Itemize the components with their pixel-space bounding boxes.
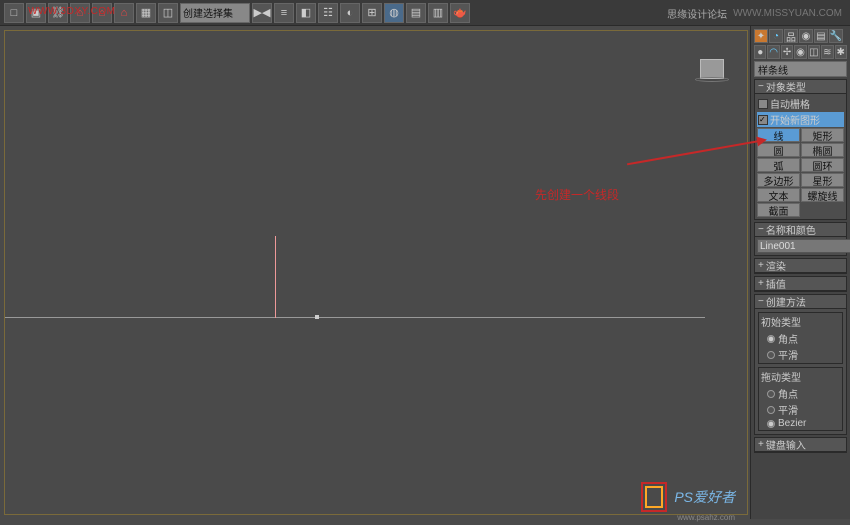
create-subtabs: ● ◠ ✢ ◉ ◫ ≋ ✱ [754,45,847,59]
tab-hierarchy-icon[interactable]: 品 [784,29,798,43]
text-button[interactable]: 文本 [757,188,800,202]
radio-smooth2[interactable]: 平滑 [767,402,840,417]
rollout-object-type: 对象类型 自动栅格 开始新图形 线矩形 圆椭圆 弧圆环 多边形星形 文本螺旋线 … [754,79,847,220]
rollout-keyboard: 键盘输入 [754,437,847,453]
viewcube[interactable] [695,59,729,87]
command-panel: ✦ ◔ 品 ◉ ▤ 🔧 ● ◠ ✢ ◉ ◫ ≋ ✱ 样条线 对象类型 自动栅格 … [750,26,850,519]
radio-icon[interactable] [767,390,775,398]
autogrid-label: 自动栅格 [770,96,810,111]
initial-type-group: 初始类型 角点 平滑 [758,312,843,364]
helix-button[interactable]: 螺旋线 [801,188,844,202]
cursor-crosshair [315,315,319,319]
rectangle-button[interactable]: 矩形 [801,128,844,142]
star-button[interactable]: 星形 [801,173,844,187]
tool-new-icon[interactable]: □ [4,3,24,23]
tool-a-icon[interactable]: ☷ [318,3,338,23]
radio-smooth[interactable]: 平滑 [767,347,840,362]
tab-create-icon[interactable]: ✦ [754,29,768,43]
radio-icon[interactable] [767,335,775,343]
annotation-arrow [627,139,765,165]
tab-utilities-icon[interactable]: 🔧 [829,29,843,43]
drawn-line-horizontal [5,317,705,318]
rollout-header-method[interactable]: 创建方法 [755,295,846,309]
tool-scale-icon[interactable]: ▦ [136,3,156,23]
rollout-interp: 插值 [754,276,847,292]
tool-curve-icon[interactable]: ⊞ [362,3,382,23]
rollout-header-interp[interactable]: 插值 [755,277,846,291]
footer-watermark: PS爱好者 [638,479,735,515]
checkbox-icon[interactable] [758,115,768,125]
drag-type-group: 拖动类型 角点 平滑 Bezier [758,367,843,431]
rollout-header-object-type[interactable]: 对象类型 [755,80,846,94]
radio-icon[interactable] [767,351,775,359]
tool-b-icon[interactable]: ◐ [340,3,360,23]
brand-name: 思缘设计论坛 [667,6,727,21]
rollout-header-name[interactable]: 名称和颜色 [755,223,846,237]
radio-corner2[interactable]: 角点 [767,386,840,401]
subtab-systems-icon[interactable]: ✱ [835,45,847,59]
rollout-create-method: 创建方法 初始类型 角点 平滑 拖动类型 角点 平滑 Bezier [754,294,847,435]
startnew-label: 开始新图形 [770,112,820,127]
brand-url: WWW.MISSYUAN.COM [733,8,842,19]
subtab-cameras-icon[interactable]: ◉ [794,45,806,59]
drag-type-label: 拖动类型 [761,369,840,384]
tool-axis-z-icon[interactable]: ⌂ [114,3,134,23]
radio-icon[interactable] [767,420,775,428]
header-branding: 思缘设计论坛 WWW.MISSYUAN.COM [667,6,842,21]
tool-render-icon[interactable]: 🫖 [450,3,470,23]
tool-mirror-icon[interactable]: ▶◀ [252,3,272,23]
rollout-name-color: 名称和颜色 [754,222,847,256]
tool-align-icon[interactable]: ≡ [274,3,294,23]
tool-lock-icon[interactable]: ◫ [158,3,178,23]
subtab-space-icon[interactable]: ≋ [821,45,833,59]
tool-render-setup-icon[interactable]: ▤ [406,3,426,23]
tool-render-frame-icon[interactable]: ▥ [428,3,448,23]
autogrid-row[interactable]: 自动栅格 [757,96,844,111]
checkbox-icon[interactable] [758,99,768,109]
footer-brand: PS爱好者 [674,487,735,507]
rollout-render: 渲染 [754,258,847,274]
command-panel-tabs: ✦ ◔ 品 ◉ ▤ 🔧 [754,29,847,43]
drawn-line-vertical [275,236,276,318]
selection-set-dropdown[interactable] [180,3,250,23]
footer-url: www.psahz.com [677,513,735,522]
main-area: 先创建一个线段 ✦ ◔ 品 ◉ ▤ 🔧 ● ◠ ✢ ◉ ◫ ≋ ✱ 样条线 对象… [0,26,850,519]
subtab-geometry-icon[interactable]: ● [754,45,766,59]
rollout-header-render[interactable]: 渲染 [755,259,846,273]
viewport[interactable]: 先创建一个线段 [4,30,748,515]
radio-bezier[interactable]: Bezier [767,418,840,429]
section-button[interactable]: 截面 [757,203,800,217]
tool-layer-icon[interactable]: ◧ [296,3,316,23]
ps-logo-icon [638,479,670,515]
object-name-input[interactable] [757,239,850,253]
donut-button[interactable]: 圆环 [801,158,844,172]
tab-modify-icon[interactable]: ◔ [769,29,783,43]
ellipse-button[interactable]: 椭圆 [801,143,844,157]
subtab-lights-icon[interactable]: ✢ [781,45,793,59]
subtab-shapes-icon[interactable]: ◠ [767,45,779,59]
source-watermark: WWW.3DXY.COM [28,6,115,17]
rollout-header-keyboard[interactable]: 键盘输入 [755,438,846,452]
subtab-helpers-icon[interactable]: ◫ [808,45,820,59]
annotation-text: 先创建一个线段 [535,186,619,204]
ngon-button[interactable]: 多边形 [757,173,800,187]
radio-corner[interactable]: 角点 [767,331,840,346]
radio-icon[interactable] [767,406,775,414]
startnew-row[interactable]: 开始新图形 [757,112,844,127]
initial-type-label: 初始类型 [761,314,840,329]
arc-button[interactable]: 弧 [757,158,800,172]
category-dropdown[interactable]: 样条线 [754,61,847,77]
tab-display-icon[interactable]: ▤ [814,29,828,43]
tab-motion-icon[interactable]: ◉ [799,29,813,43]
tool-material-icon[interactable]: ◍ [384,3,404,23]
